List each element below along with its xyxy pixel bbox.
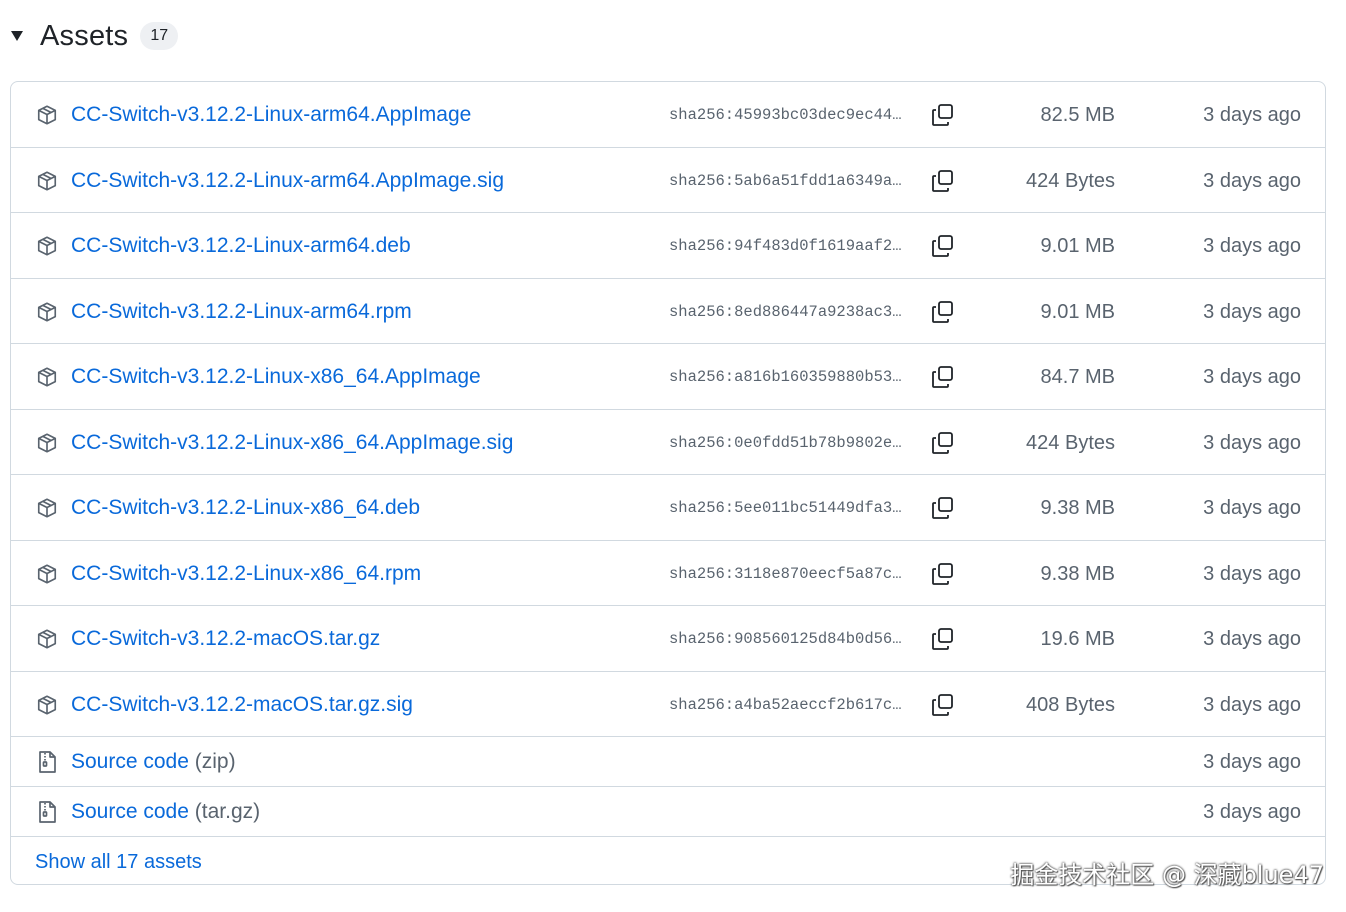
package-icon — [35, 496, 59, 520]
asset-link[interactable]: CC-Switch-v3.12.2-Linux-arm64.AppImage — [71, 103, 471, 127]
asset-row: CC-Switch-v3.12.2-Linux-arm64.AppImage s… — [11, 82, 1325, 148]
package-icon — [35, 103, 59, 127]
copy-icon[interactable] — [929, 101, 957, 129]
asset-row: CC-Switch-v3.12.2-Linux-x86_64.AppImage.… — [11, 410, 1325, 475]
asset-sha256: sha256:a816b160359880b53… — [669, 368, 902, 386]
asset-row: CC-Switch-v3.12.2-macOS.tar.gz.sig sha25… — [11, 672, 1325, 737]
asset-sha256: sha256:94f483d0f1619aaf2… — [669, 237, 902, 255]
asset-date: 3 days ago — [1203, 497, 1301, 519]
asset-link[interactable]: CC-Switch-v3.12.2-Linux-x86_64.AppImage — [71, 365, 481, 389]
asset-link[interactable]: CC-Switch-v3.12.2-Linux-x86_64.deb — [71, 496, 420, 520]
asset-size: 424 Bytes — [1026, 169, 1115, 192]
assets-title: Assets — [40, 19, 129, 52]
file-zip-icon — [35, 800, 59, 824]
asset-size: 9.38 MB — [1040, 497, 1115, 519]
source-code-format: (tar.gz) — [194, 800, 261, 823]
source-code-row: Source code (tar.gz) 3 days ago — [11, 787, 1325, 837]
source-date: 3 days ago — [1203, 751, 1301, 773]
source-code-label: Source code — [71, 800, 189, 823]
assets-list: CC-Switch-v3.12.2-Linux-arm64.AppImage s… — [10, 81, 1326, 885]
asset-size: 408 Bytes — [1026, 693, 1115, 716]
asset-size: 424 Bytes — [1026, 431, 1115, 454]
asset-link[interactable]: CC-Switch-v3.12.2-Linux-arm64.rpm — [71, 300, 412, 324]
asset-sha256: sha256:3118e870eecf5a87c… — [669, 564, 902, 583]
package-icon — [35, 365, 59, 389]
asset-link[interactable]: CC-Switch-v3.12.2-Linux-x86_64.rpm — [71, 562, 421, 586]
asset-date: 3 days ago — [1203, 562, 1301, 585]
asset-size: 9.01 MB — [1040, 300, 1115, 323]
asset-link[interactable]: CC-Switch-v3.12.2-macOS.tar.gz — [71, 627, 380, 651]
assets-header: Assets 17 — [8, 14, 179, 58]
asset-size: 9.01 MB — [1040, 235, 1115, 257]
asset-date: 3 days ago — [1203, 235, 1301, 257]
copy-icon[interactable] — [929, 625, 957, 653]
source-code-zip-link[interactable]: Source code (zip) — [71, 750, 236, 774]
asset-row: CC-Switch-v3.12.2-macOS.tar.gz sha256:90… — [11, 606, 1325, 672]
asset-sha256: sha256:0e0fdd51b78b9802e… — [669, 433, 902, 452]
package-icon — [35, 627, 59, 651]
asset-date: 3 days ago — [1203, 104, 1301, 126]
copy-icon[interactable] — [929, 232, 957, 260]
asset-size: 9.38 MB — [1040, 562, 1115, 585]
asset-link[interactable]: CC-Switch-v3.12.2-Linux-x86_64.AppImage.… — [71, 431, 513, 455]
source-code-label: Source code — [71, 750, 189, 773]
asset-row: CC-Switch-v3.12.2-Linux-arm64.deb sha256… — [11, 213, 1325, 279]
watermark: 掘金技术社区 @ 深藏blue47 — [1010, 861, 1324, 889]
asset-sha256: sha256:a4ba52aeccf2b617c… — [669, 695, 902, 714]
show-all-assets-link[interactable]: Show all 17 assets — [35, 851, 202, 874]
asset-date: 3 days ago — [1203, 366, 1301, 388]
source-code-targz-link[interactable]: Source code (tar.gz) — [71, 800, 260, 824]
asset-row: CC-Switch-v3.12.2-Linux-x86_64.deb sha25… — [11, 475, 1325, 541]
copy-icon[interactable] — [929, 298, 957, 326]
source-date: 3 days ago — [1203, 801, 1301, 823]
asset-sha256: sha256:5ab6a51fdd1a6349a… — [669, 171, 902, 190]
triangle-down-icon[interactable] — [8, 27, 26, 45]
package-icon — [35, 169, 59, 193]
asset-row: CC-Switch-v3.12.2-Linux-arm64.rpm sha256… — [11, 279, 1325, 344]
package-icon — [35, 562, 59, 586]
package-icon — [35, 431, 59, 455]
copy-icon[interactable] — [929, 429, 957, 457]
asset-date: 3 days ago — [1203, 300, 1301, 323]
asset-link[interactable]: CC-Switch-v3.12.2-macOS.tar.gz.sig — [71, 693, 413, 717]
asset-sha256: sha256:5ee011bc51449dfa3… — [669, 499, 902, 517]
asset-date: 3 days ago — [1203, 693, 1301, 716]
copy-icon[interactable] — [929, 494, 957, 522]
asset-size: 84.7 MB — [1040, 366, 1115, 388]
file-zip-icon — [35, 750, 59, 774]
asset-sha256: sha256:45993bc03dec9ec44… — [669, 106, 902, 124]
asset-date: 3 days ago — [1203, 169, 1301, 192]
asset-link[interactable]: CC-Switch-v3.12.2-Linux-arm64.AppImage.s… — [71, 169, 504, 193]
asset-link[interactable]: CC-Switch-v3.12.2-Linux-arm64.deb — [71, 234, 411, 258]
asset-sha256: sha256:8ed886447a9238ac3… — [669, 302, 902, 321]
asset-row: CC-Switch-v3.12.2-Linux-arm64.AppImage.s… — [11, 148, 1325, 213]
package-icon — [35, 693, 59, 717]
copy-icon[interactable] — [929, 167, 957, 195]
asset-size: 82.5 MB — [1040, 104, 1115, 126]
source-code-row: Source code (zip) 3 days ago — [11, 737, 1325, 787]
asset-date: 3 days ago — [1203, 431, 1301, 454]
source-code-format: (zip) — [194, 750, 236, 773]
asset-sha256: sha256:908560125d84b0d56… — [669, 630, 902, 648]
copy-icon[interactable] — [929, 560, 957, 588]
package-icon — [35, 234, 59, 258]
asset-row: CC-Switch-v3.12.2-Linux-x86_64.rpm sha25… — [11, 541, 1325, 606]
asset-size: 19.6 MB — [1040, 628, 1115, 650]
package-icon — [35, 300, 59, 324]
copy-icon[interactable] — [929, 363, 957, 391]
copy-icon[interactable] — [929, 691, 957, 719]
asset-row: CC-Switch-v3.12.2-Linux-x86_64.AppImage … — [11, 344, 1325, 410]
asset-date: 3 days ago — [1203, 628, 1301, 650]
assets-count-badge: 17 — [140, 22, 179, 50]
